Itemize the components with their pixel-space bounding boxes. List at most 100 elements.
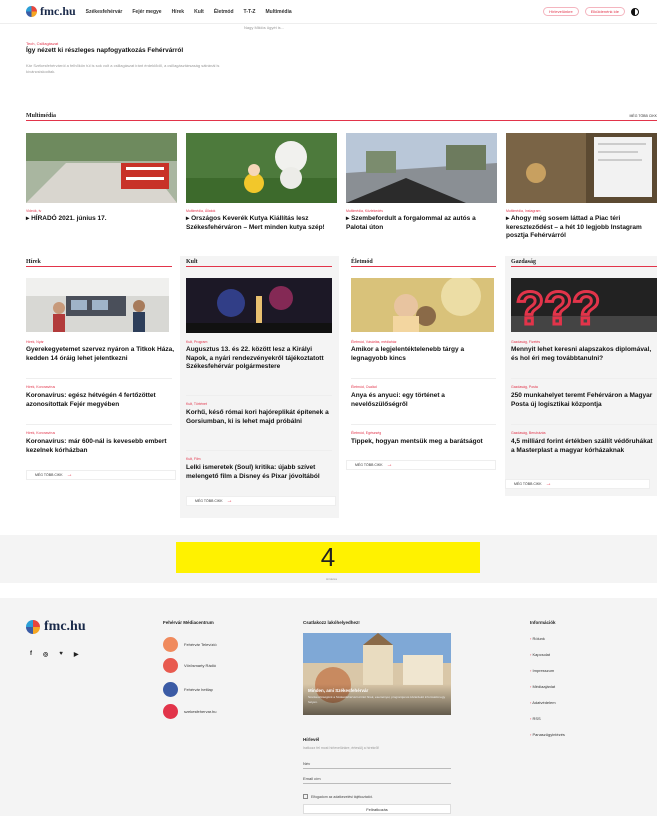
nav-multimedia[interactable]: Multimédia <box>266 9 292 15</box>
hirek-title-1[interactable]: Gyerekegyetemet szervez nyáron a Titkok … <box>26 346 174 363</box>
multimedia-title-2[interactable]: ▸ Országos Keverék Kutya Kiállítás lesz … <box>186 215 340 232</box>
eletmod-photo[interactable] <box>351 278 494 332</box>
nav-eletmod[interactable]: Életmód <box>214 9 234 15</box>
arrow-right-icon: → <box>386 462 393 468</box>
multimedia-photo-1[interactable] <box>26 133 177 203</box>
gazdasag-title-2[interactable]: 250 munkahelyet teremt Fehérváron a Magy… <box>511 392 657 409</box>
kult-meta-2[interactable]: Kult, Történet <box>186 402 207 406</box>
lead-meta[interactable]: Tech, Csillagászat <box>26 41 58 46</box>
multimedia-more[interactable]: MÉG TÖBB CIKK <box>629 114 657 118</box>
eletmod-meta-2[interactable]: Életmód, Család <box>351 385 377 389</box>
svg-text:???: ??? <box>516 282 600 332</box>
hirek-title-2[interactable]: Koronavírus: egész hétvégén 4 fertőzötte… <box>26 392 174 409</box>
multimedia-meta-2[interactable]: Multimédia, Állatok <box>186 209 215 213</box>
info-link-impresszum[interactable]: Impresszum <box>530 668 554 673</box>
hirek-meta-3[interactable]: Hírek, Koronavírus <box>26 431 55 435</box>
hirek-more-button[interactable]: MÉG TÖBB CIKK → <box>26 470 176 480</box>
heart-icon[interactable]: ♥ <box>59 651 63 658</box>
info-link-kapcsolat[interactable]: Kapcsolat <box>530 652 550 657</box>
gazdasag-title-3[interactable]: 4,5 milliárd forint értékben szállít véd… <box>511 438 657 455</box>
nav-ttz[interactable]: T-T-Z <box>244 9 256 15</box>
eletmod-title[interactable]: Életmód <box>351 259 373 265</box>
consent-checkbox[interactable]: Elfogadom az adatkezelési tájékoztatót. <box>303 794 373 799</box>
email-underline <box>303 783 451 784</box>
gazdasag-title[interactable]: Gazdaság <box>511 259 536 265</box>
divider <box>511 424 657 425</box>
kult-more-button[interactable]: MÉG TÖBB CIKK → <box>186 496 336 506</box>
header-button-2[interactable]: Elküldenénk ide <box>584 7 625 16</box>
eletmod-more-button[interactable]: MÉG TÖBB CIKK → <box>346 460 496 470</box>
nav-szekesfehervar[interactable]: Székesfehérvár <box>86 9 123 15</box>
subscribe-button[interactable]: Feliratkozás <box>303 804 451 814</box>
kult-title-1[interactable]: Augusztus 13. és 22. között lesz a Királ… <box>186 346 334 372</box>
brand-szekesfehervar-hu[interactable]: szekesfehervar.hu <box>163 704 216 719</box>
divider <box>26 378 172 379</box>
gazdasag-photo[interactable]: ??? <box>511 278 657 332</box>
eletmod-header: Életmód <box>351 258 496 267</box>
info-link-rolunk[interactable]: Rólunk <box>530 636 544 641</box>
kult-meta-1[interactable]: Kult, Program <box>186 340 207 344</box>
multimedia-meta-4[interactable]: Multimédia, Instagram <box>506 209 540 213</box>
eletmod-title-3[interactable]: Tippek, hogyan mentsük meg a barátságot <box>351 438 496 447</box>
info-head: Információk <box>530 620 556 625</box>
newsletter-text: Iratkozz fel most hírlevelünkre, értesül… <box>303 746 380 750</box>
name-field[interactable]: Név <box>303 761 310 766</box>
eletmod-meta-1[interactable]: Életmód, Vásárlás, médiaház <box>351 340 397 344</box>
kult-photo[interactable] <box>186 278 332 333</box>
hirek-meta-1[interactable]: Hírek, Nyár <box>26 340 44 344</box>
youtube-icon[interactable]: ▶ <box>74 651 79 658</box>
instagram-icon[interactable]: ◎ <box>43 651 48 658</box>
brand-vorosmarty-radio[interactable]: Vörösmarty Rádió <box>163 658 216 673</box>
ad-banner[interactable]: 4 <box>176 542 480 573</box>
gazdasag-meta-3[interactable]: Gazdaság, Beruházás <box>511 431 546 435</box>
info-link-adatvedelem[interactable]: Adatvédelem <box>530 700 555 705</box>
kult-title-3[interactable]: Lelki ismeretek (Soul) kritika: újabb sz… <box>186 464 334 481</box>
multimedia-meta-3[interactable]: Multimédia, Közlekedés <box>346 209 383 213</box>
hirek-title-3[interactable]: Koronavírus: már 600-nál is kevesebb emb… <box>26 438 174 455</box>
kult-title-2[interactable]: Korhű, késő római kori hajóreplikát épít… <box>186 409 334 426</box>
brand-fehervar-hetilap[interactable]: Fehérvár hetilap <box>163 682 213 697</box>
hirek-title[interactable]: Hírek <box>26 259 41 265</box>
top-note: Nagy Miklós ügyét is... <box>244 25 285 30</box>
gazdasag-meta-2[interactable]: Gazdaság, Posta <box>511 385 538 389</box>
nav-hirek[interactable]: Hírek <box>172 9 185 15</box>
gazdasag-more-button[interactable]: MÉG TÖBB CIKK → <box>505 479 650 489</box>
kult-title[interactable]: Kult <box>186 259 198 265</box>
divider <box>186 450 332 451</box>
lead-title[interactable]: Így nézett ki részleges napfogyatkozás F… <box>26 47 183 54</box>
facebook-icon[interactable]: f <box>30 651 32 658</box>
divider <box>186 395 332 396</box>
footer-logo[interactable]: fmc.hu <box>26 619 86 635</box>
nav-kult[interactable]: Kult <box>194 9 204 15</box>
hetilap-logo-icon <box>163 682 178 697</box>
gazdasag-title-1[interactable]: Mennyit lehet keresni alapszakos diplomá… <box>511 346 657 363</box>
multimedia-meta-1[interactable]: Videók, tv <box>26 209 41 213</box>
email-field[interactable]: Email cím <box>303 776 321 781</box>
kult-meta-3[interactable]: Kult, Film <box>186 457 201 461</box>
multimedia-title-1[interactable]: ▸ HÍRADÓ 2021. június 17. <box>26 215 177 224</box>
multimedia-photo-3[interactable] <box>346 133 497 203</box>
brand-fehervar-tv[interactable]: Fehérvár Televízió <box>163 637 217 652</box>
hirek-meta-2[interactable]: Hírek, Koronavírus <box>26 385 55 389</box>
radio-logo-icon <box>163 658 178 673</box>
info-link-panasz[interactable]: Panaszügyintézés <box>530 732 564 737</box>
hirek-photo[interactable] <box>26 278 169 332</box>
info-link-rss[interactable]: RSS <box>530 716 540 721</box>
header-button-1[interactable]: Hírlevelünkre <box>543 7 579 16</box>
feature-head: Csatlakozz lakóhelyedhez! <box>303 620 360 625</box>
kult-header: Kult <box>186 258 332 267</box>
multimedia-photo-2[interactable] <box>186 133 337 203</box>
site-logo[interactable]: fmc.hu <box>26 4 76 19</box>
multimedia-photo-4[interactable] <box>506 133 657 203</box>
gazdasag-meta-1[interactable]: Gazdaság, Fizetés <box>511 340 540 344</box>
nav-fejer-megye[interactable]: Fejér megye <box>132 9 161 15</box>
checkbox-icon[interactable] <box>303 794 308 799</box>
logo-icon <box>26 6 37 17</box>
eletmod-title-2[interactable]: Anya és anyuci: egy történet a nevelőszü… <box>351 392 496 409</box>
multimedia-title-3[interactable]: ▸ Szembefordult a forgalommal az autós a… <box>346 215 497 232</box>
eletmod-meta-3[interactable]: Életmód, Egészség <box>351 431 381 435</box>
eletmod-title-1[interactable]: Amikor a legjelentéktelenebb tárgy a leg… <box>351 346 496 363</box>
multimedia-title-4[interactable]: ▸ Ahogy még sosem láttad a Piac téri ker… <box>506 215 657 241</box>
info-link-mediaajanlat[interactable]: Médiaajánlat <box>530 684 555 689</box>
contrast-icon[interactable] <box>631 7 639 16</box>
